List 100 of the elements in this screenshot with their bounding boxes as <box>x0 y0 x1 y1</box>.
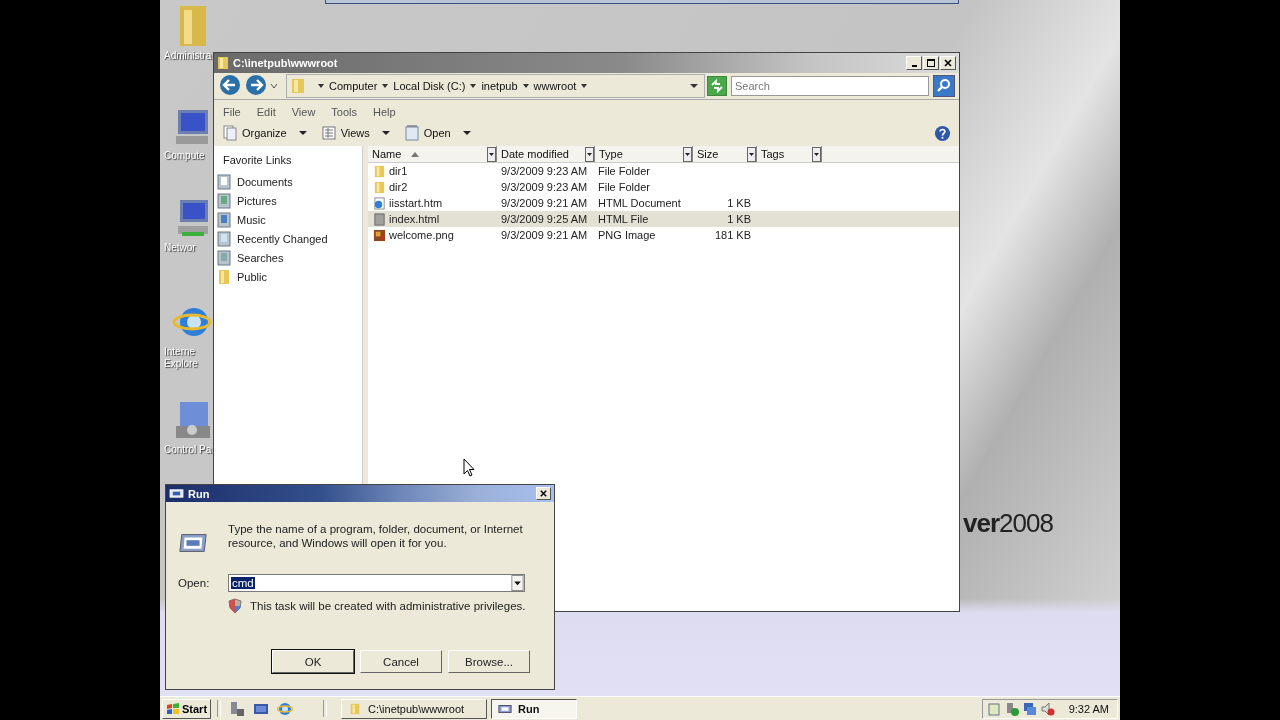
caret-icon <box>298 130 307 136</box>
file-row[interactable]: dir1 9/3/2009 9:23 AM File Folder <box>368 163 959 179</box>
chevron-icon[interactable] <box>382 83 389 89</box>
type-cell-text: File Folder <box>597 181 651 193</box>
type-cell-text: PNG Image <box>597 229 657 241</box>
document-icon <box>373 212 386 226</box>
search-icon <box>936 78 952 94</box>
file-name: dir2 <box>389 181 408 193</box>
open-combo-box[interactable]: cmd <box>228 574 525 592</box>
dialog-button[interactable]: OK <box>272 650 354 673</box>
breadcrumb-item[interactable]: wwwroot <box>533 80 577 92</box>
menu-item[interactable]: Edit <box>256 106 276 118</box>
chevron-icon[interactable] <box>470 83 477 89</box>
shield-icon <box>228 598 242 614</box>
windows-flag-icon <box>166 702 180 715</box>
dialog-button[interactable]: Cancel <box>360 650 442 673</box>
refresh-arrows-icon <box>709 78 725 94</box>
maximize-button[interactable] <box>923 56 939 70</box>
size-cell: 181 KB <box>714 229 751 241</box>
date-cell-text: 9/3/2009 9:25 AM <box>500 213 589 225</box>
window-icon <box>498 702 513 715</box>
file-name: iisstart.htm <box>389 197 443 209</box>
search-button[interactable] <box>933 75 955 97</box>
minimize-button[interactable] <box>906 56 922 70</box>
taskbar-button[interactable]: Run <box>491 698 578 719</box>
menu-item[interactable]: File <box>223 106 241 118</box>
wallpaper-logo: ver2008 <box>963 508 1053 539</box>
file-row[interactable]: dir2 9/3/2009 9:23 AM File Folder <box>368 179 959 195</box>
description-text: Type the name of a program, folder, document, or Internet resource, and Windows will open it for you. <box>228 522 524 550</box>
breadcrumb-item[interactable]: Local Disk (C:) <box>393 80 466 92</box>
search-field[interactable]: Search <box>731 76 929 96</box>
back-button[interactable] <box>218 74 242 98</box>
date-cell-text: 9/3/2009 9:23 AM <box>500 181 589 193</box>
dropdown-arrow-icon[interactable] <box>690 83 698 89</box>
breadcrumb-item[interactable]: inetpub <box>481 80 518 92</box>
window-title: C:\inetpub\wwwroot <box>233 57 338 69</box>
notepad-icon <box>403 125 420 141</box>
file-name: index.html <box>389 213 440 225</box>
close-button[interactable] <box>536 487 551 500</box>
column-header[interactable]: Size <box>693 146 757 162</box>
pane-heading: Favorite Links <box>222 154 293 168</box>
column-header[interactable]: Type <box>595 146 693 162</box>
caret-icon[interactable] <box>270 83 278 89</box>
privilege-note: This task will be created with administrative privileges. <box>250 600 526 612</box>
favorite-link[interactable]: Music <box>217 210 362 229</box>
address-bar[interactable]: Computer Local Disk (C:) inetpub wwwroot <box>286 74 705 98</box>
toolbar-button[interactable]: Organize <box>222 124 307 142</box>
caret-icon <box>462 130 471 136</box>
breadcrumb-item[interactable]: Computer <box>329 80 378 92</box>
folder-icon <box>217 268 231 285</box>
menu-item[interactable]: Tools <box>331 106 358 118</box>
favorite-link[interactable]: Pictures <box>217 191 362 210</box>
volume-muted-icon[interactable] <box>1040 701 1055 716</box>
close-icon <box>539 489 548 498</box>
documents-icon <box>217 173 231 190</box>
type-cell-text: File Folder <box>597 165 651 177</box>
network-icon[interactable] <box>1022 701 1037 716</box>
file-name: dir1 <box>389 165 408 177</box>
help-icon[interactable] <box>934 124 951 142</box>
favorite-link[interactable]: Recently Changed <box>217 229 362 248</box>
favorite-link[interactable]: Documents <box>217 172 362 191</box>
close-icon <box>943 58 953 68</box>
favorite-link[interactable]: Public <box>217 267 362 286</box>
date-cell-text: 9/3/2009 9:21 AM <box>500 229 589 241</box>
run-icon <box>178 532 208 554</box>
file-row[interactable]: iisstart.htm 9/3/2009 9:21 AM HTML Document 1 KB <box>368 195 959 211</box>
favorite-link[interactable]: Searches <box>217 248 362 267</box>
file-row[interactable]: welcome.png 9/3/2009 9:21 AM PNG Image 181 KB <box>368 227 959 243</box>
folder-icon <box>217 56 229 70</box>
field-label: Open: <box>178 577 211 589</box>
toolbar-button[interactable]: Open <box>403 124 471 142</box>
chevron-icon[interactable] <box>318 83 324 89</box>
chevron-icon[interactable] <box>581 83 588 89</box>
file-row[interactable]: index.html 9/3/2009 9:25 AM HTML File 1 KB <box>368 211 959 227</box>
type-cell-text: HTML Document <box>597 197 682 209</box>
minimize-icon <box>911 65 917 67</box>
start-button[interactable]: Start <box>162 698 212 719</box>
browser-icon[interactable] <box>277 700 294 717</box>
column-header[interactable]: Date modified <box>497 146 595 162</box>
column-header[interactable]: Name <box>368 146 497 162</box>
dialog-button[interactable]: Browse... <box>448 650 530 673</box>
file-name: welcome.png <box>389 229 454 241</box>
clock[interactable]: 9:32 AM <box>1068 702 1109 715</box>
list-icon <box>320 125 337 141</box>
toolbar-button[interactable]: Views <box>320 124 390 142</box>
caret-icon <box>381 130 390 136</box>
chevron-icon[interactable] <box>522 83 529 89</box>
taskbar-button[interactable]: C:\inetpub\wwwroot <box>341 698 488 719</box>
folder-icon <box>373 180 386 194</box>
type-cell-text: HTML File <box>597 213 650 225</box>
window-title: Run <box>188 487 210 500</box>
menu-item[interactable]: View <box>291 106 316 118</box>
refresh-button[interactable] <box>707 76 727 96</box>
column-header[interactable]: Tags <box>757 146 822 162</box>
mouse-cursor-icon <box>463 458 475 477</box>
menu-item[interactable]: Help <box>373 106 396 118</box>
close-button[interactable] <box>940 56 956 70</box>
image-file-icon <box>373 228 386 242</box>
folder-icon <box>373 164 386 178</box>
forward-button[interactable] <box>244 74 268 98</box>
